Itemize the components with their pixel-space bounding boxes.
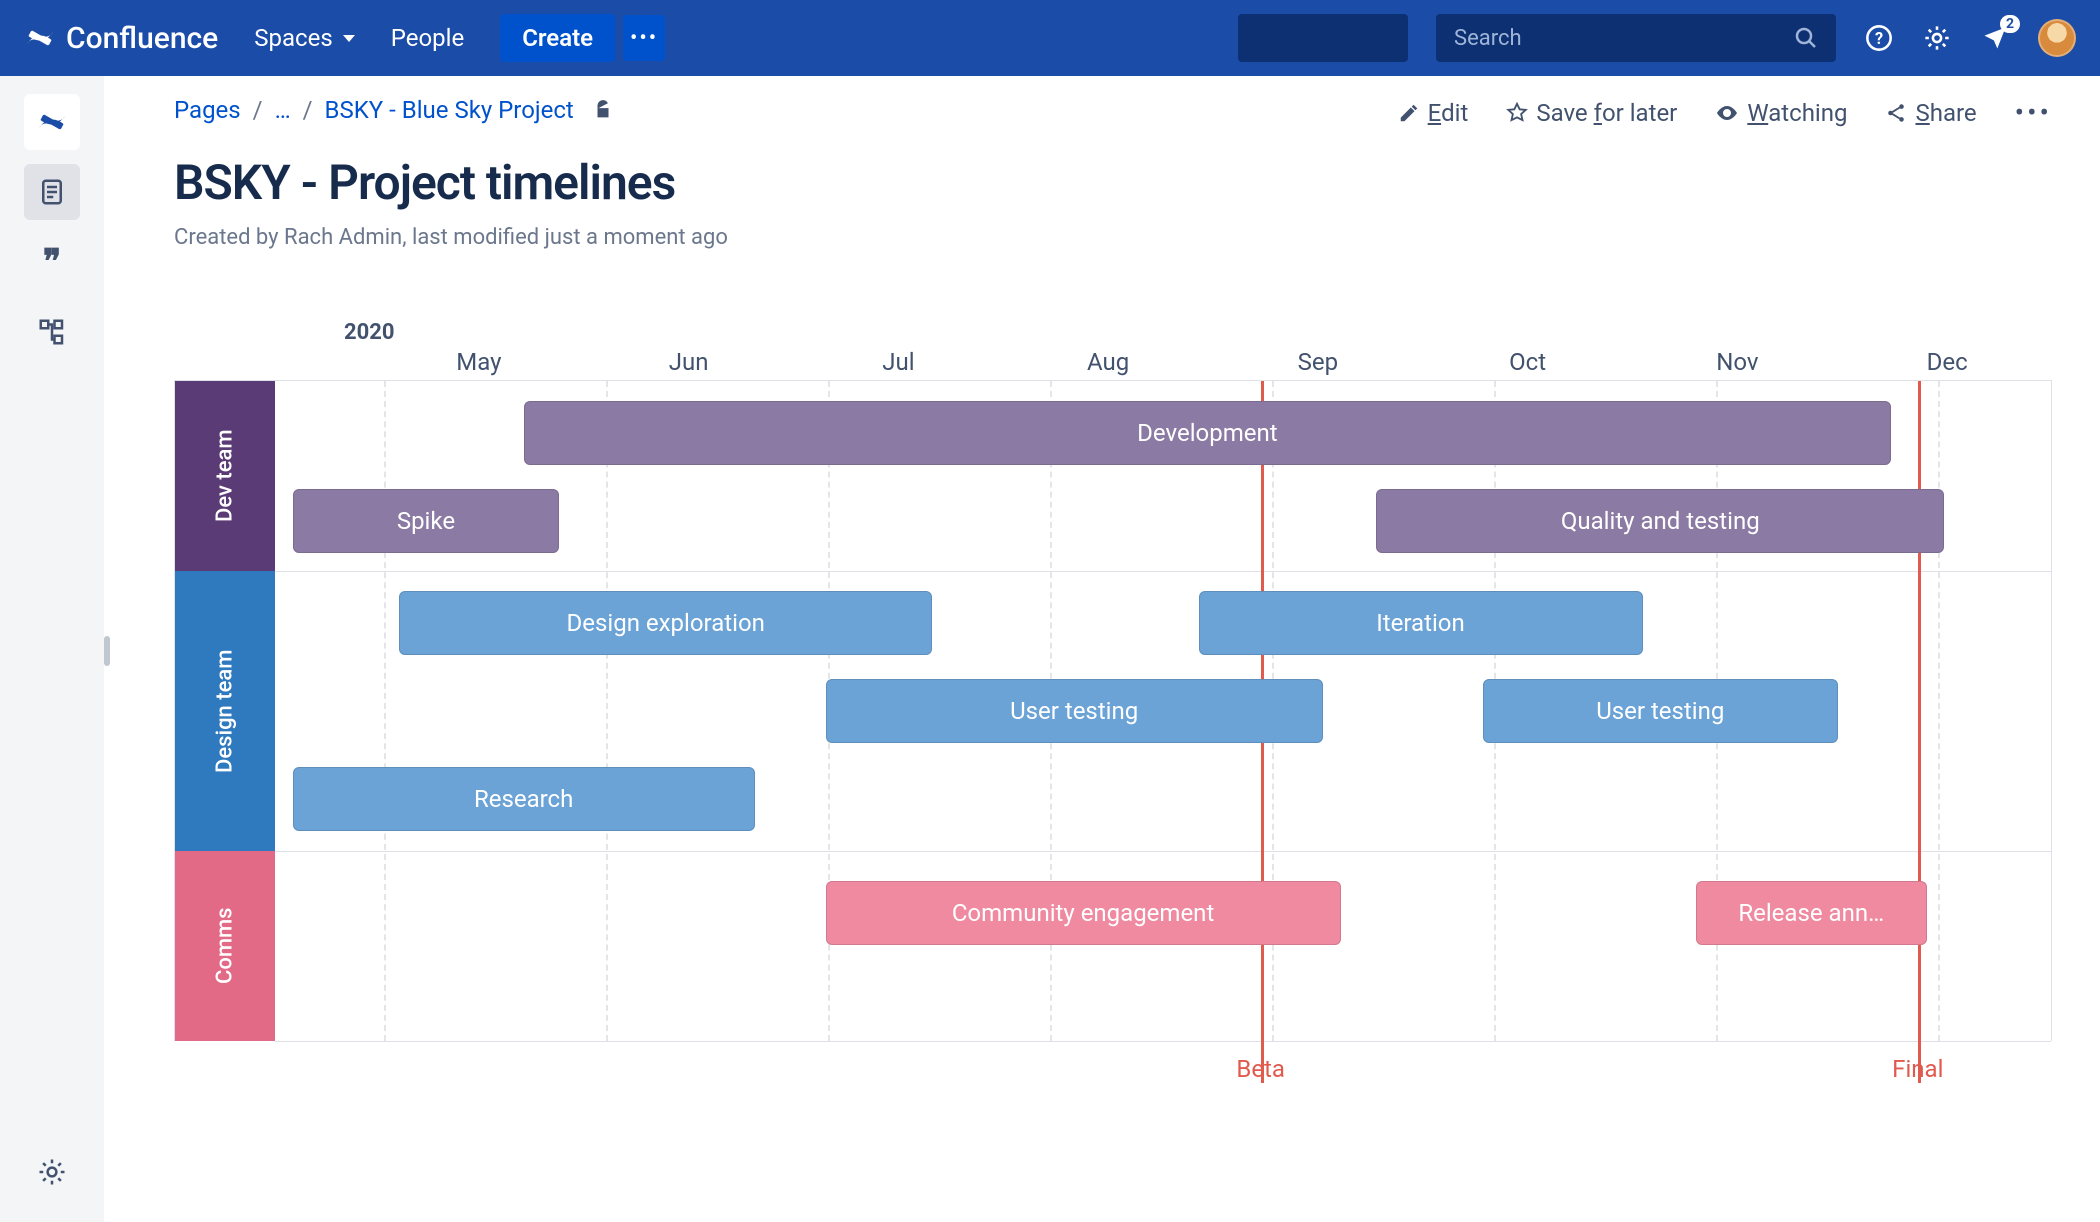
breadcrumb-sep: / (253, 96, 263, 124)
bar-user-testing-2[interactable]: User testing (1483, 679, 1838, 743)
share-button[interactable]: Share (1885, 99, 1976, 127)
breadcrumb-project[interactable]: BSKY - Blue Sky Project (325, 96, 574, 124)
settings-icon[interactable] (1922, 23, 1952, 53)
help-icon[interactable]: ? (1864, 23, 1894, 53)
rail-space-settings[interactable] (24, 1144, 80, 1200)
rail-resize-handle[interactable] (104, 636, 110, 666)
breadcrumb-pages[interactable]: Pages (174, 96, 241, 124)
breadcrumb-ellipsis[interactable]: … (275, 96, 291, 124)
bar-design-exploration[interactable]: Design exploration (399, 591, 932, 655)
bar-spike[interactable]: Spike (293, 489, 559, 553)
create-button[interactable]: Create (500, 14, 615, 62)
month-label: Dec (1842, 348, 2052, 380)
gear-icon (37, 1157, 67, 1187)
month-label: Sep (1213, 348, 1423, 380)
left-rail: ❞ (0, 76, 104, 1222)
eye-icon (1715, 101, 1739, 125)
confluence-space-icon (36, 106, 68, 138)
quote-icon: ❞ (43, 242, 61, 282)
star-icon (1506, 102, 1528, 124)
rail-page-tree[interactable] (24, 304, 80, 360)
rail-pages[interactable] (24, 164, 80, 220)
month-label: May (374, 348, 584, 380)
app-switcher[interactable] (1238, 14, 1408, 62)
main-content: Edit Save for later Watching Share ••• P… (104, 76, 2100, 1222)
brand-logo[interactable]: Confluence (24, 21, 218, 56)
search-icon (1794, 26, 1818, 50)
search-placeholder: Search (1454, 26, 1522, 51)
tree-icon (37, 317, 67, 347)
pencil-icon (1398, 102, 1420, 124)
bar-research[interactable]: Research (293, 767, 755, 831)
share-label: Share (1915, 99, 1976, 127)
roadmap-chart: 2020 May Jun Jul Aug Sep Oct Nov Dec Dev… (174, 320, 2052, 1041)
breadcrumb: Pages / … / BSKY - Blue Sky Project (174, 96, 1398, 124)
create-more-button[interactable]: ••• (623, 15, 665, 61)
rail-blog[interactable]: ❞ (24, 234, 80, 290)
month-label: Aug (1003, 348, 1213, 380)
bar-release-announcement[interactable]: Release ann… (1696, 881, 1927, 945)
month-label: Jul (794, 348, 1004, 380)
nav-people-label: People (391, 24, 464, 52)
chart-grid: Beta Final Development Spike Quality and… (275, 381, 2051, 1041)
lane-label-comms: Comms (175, 851, 275, 1041)
bar-development[interactable]: Development (524, 401, 1892, 465)
watching-button[interactable]: Watching (1715, 99, 1847, 127)
lane-label-dev: Dev team (175, 381, 275, 571)
share-icon (1885, 102, 1907, 124)
save-for-later-button[interactable]: Save for later (1506, 99, 1677, 127)
page-meta: Created by Rach Admin, last modified jus… (174, 225, 2052, 250)
month-label: Jun (584, 348, 794, 380)
notification-badge: 2 (2000, 15, 2020, 33)
chevron-down-icon (343, 35, 355, 42)
bar-community-engagement[interactable]: Community engagement (826, 881, 1341, 945)
brand-name: Confluence (66, 21, 218, 56)
page-title: BSKY - Project timelines (174, 154, 2052, 211)
milestone-label-beta: Beta (1236, 1055, 1285, 1083)
page-icon (37, 177, 67, 207)
user-avatar[interactable] (2038, 19, 2076, 57)
nav-spaces[interactable]: Spaces (254, 24, 354, 52)
lane-labels: Dev team Design team Comms (175, 381, 275, 1041)
nav-spaces-label: Spaces (254, 24, 332, 52)
more-actions-button[interactable]: ••• (2015, 96, 2052, 129)
restrictions-icon[interactable] (592, 99, 614, 121)
chart-year: 2020 (344, 320, 395, 345)
milestone-line-final (1918, 381, 1921, 1083)
month-label: Oct (1423, 348, 1633, 380)
search-input[interactable]: Search (1436, 14, 1836, 62)
top-nav: Confluence Spaces People Create ••• Sear… (0, 0, 2100, 76)
bar-quality-testing[interactable]: Quality and testing (1376, 489, 1944, 553)
save-label: Save for later (1536, 99, 1677, 127)
bar-user-testing-1[interactable]: User testing (826, 679, 1323, 743)
page-actions: Edit Save for later Watching Share ••• (1398, 96, 2052, 129)
edit-button[interactable]: Edit (1398, 99, 1469, 127)
svg-text:?: ? (1875, 29, 1883, 48)
rail-space-logo[interactable] (24, 94, 80, 150)
notifications-icon[interactable]: 2 (1980, 23, 2010, 53)
lane-label-design: Design team (175, 571, 275, 851)
bar-iteration[interactable]: Iteration (1199, 591, 1643, 655)
chart-months-header: May Jun Jul Aug Sep Oct Nov Dec (274, 320, 2052, 380)
edit-label: Edit (1428, 99, 1469, 127)
milestone-label-final: Final (1892, 1055, 1943, 1083)
confluence-icon (24, 22, 56, 54)
watching-label: Watching (1747, 99, 1847, 127)
breadcrumb-sep: / (303, 96, 313, 124)
nav-people[interactable]: People (391, 24, 464, 52)
month-label: Nov (1633, 348, 1843, 380)
